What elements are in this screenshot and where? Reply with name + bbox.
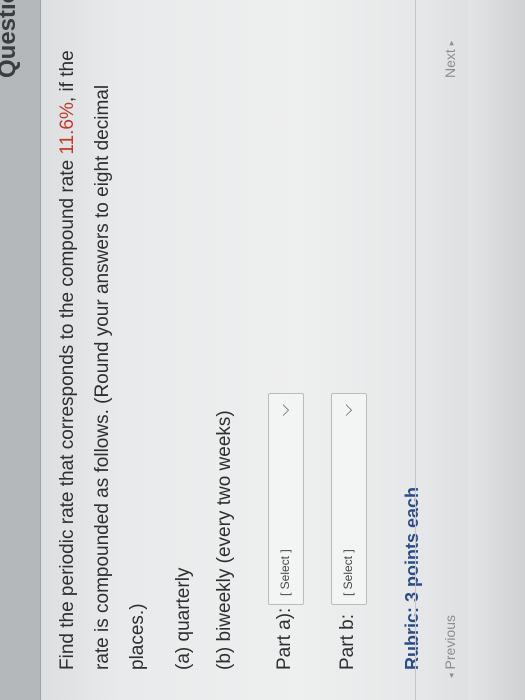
problem-text: Find the periodic rate that corresponds … xyxy=(50,30,155,670)
footer-divider xyxy=(415,0,416,700)
part-a-label: Part a): xyxy=(274,607,295,670)
page-bottom-area xyxy=(468,0,525,700)
rubric-text: Rubric: 3 points each xyxy=(402,486,422,670)
part-a-select[interactable]: [ Select ] ⌵ xyxy=(268,393,304,605)
rate-highlight: 11.6% xyxy=(57,102,78,155)
chevron-left-icon: ◂ xyxy=(445,673,456,678)
next-button[interactable]: Next ▸ xyxy=(442,37,458,78)
item-b-biweekly: (b) biweekly (every two weeks) xyxy=(214,410,235,670)
part-b-select-value: [ Select ] xyxy=(341,549,355,596)
chevron-down-icon: ⌵ xyxy=(276,404,293,417)
previous-button[interactable]: ◂ Previous xyxy=(442,615,458,682)
question-title: Question 6 xyxy=(0,0,21,78)
next-label: Next xyxy=(442,49,458,78)
question-header: Question 6 xyxy=(0,0,41,700)
item-a-quarterly: (a) quarterly xyxy=(173,567,194,670)
chevron-down-icon: ⌵ xyxy=(339,404,356,417)
problem-text-before: Find the periodic rate that corresponds … xyxy=(57,154,78,670)
rotated-content: Question 6 Find the periodic rate that c… xyxy=(0,0,525,700)
previous-label: Previous xyxy=(442,615,458,670)
part-b-select[interactable]: [ Select ] ⌵ xyxy=(331,393,367,605)
part-b-label: Part b: xyxy=(337,614,358,670)
screen: Question 6 Find the periodic rate that c… xyxy=(0,0,525,700)
part-a-select-value: [ Select ] xyxy=(278,549,292,596)
chevron-right-icon: ▸ xyxy=(445,40,456,46)
